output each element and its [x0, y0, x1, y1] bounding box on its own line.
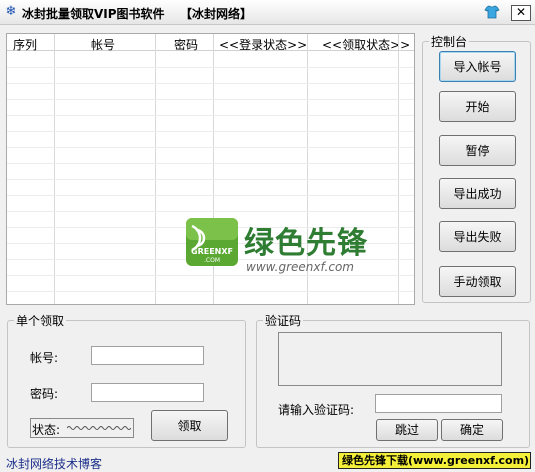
password-input[interactable] [91, 383, 204, 402]
column-header-index[interactable]: 序列 [13, 36, 37, 53]
watermark-brand: 绿色先锋 [244, 226, 368, 261]
account-table[interactable]: 序列 帐号 密码 <<登录状态>> <<领取状态>> GREENXF .COM … [6, 33, 415, 305]
manual-claim-button[interactable]: 手动领取 [439, 266, 516, 297]
status-wave-icon [67, 426, 131, 430]
greenxf-logo-icon: GREENXF .COM [186, 218, 238, 266]
captcha-image [278, 332, 502, 386]
table-row-line [7, 291, 414, 292]
snowflake-icon: ❄ [5, 4, 17, 19]
column-header-claim-status[interactable]: <<领取状态>> [322, 36, 410, 53]
pause-button[interactable]: 暂停 [439, 135, 516, 166]
single-claim-legend: 单个领取 [16, 314, 65, 328]
table-row-line [7, 99, 414, 100]
column-divider [155, 34, 156, 304]
control-panel-legend: 控制台 [431, 35, 468, 49]
blog-link[interactable]: 冰封网络技术博客 [6, 455, 102, 472]
close-button[interactable]: ✕ [511, 5, 531, 21]
export-fail-button[interactable]: 导出失败 [439, 221, 516, 252]
svg-text:GREENXF: GREENXF [191, 247, 233, 256]
window-title: 冰封批量领取VIP图书软件 [22, 7, 165, 21]
title-bar: ❄ 冰封批量领取VIP图书软件 【冰封网络】 ✕ [0, 0, 535, 25]
table-header: 序列 帐号 密码 <<登录状态>> <<领取状态>> [7, 34, 414, 53]
status-label: 状态: [32, 423, 61, 437]
table-row-line [7, 147, 414, 148]
captcha-legend: 验证码 [265, 314, 302, 328]
import-accounts-button[interactable]: 导入帐号 [439, 51, 516, 82]
table-row-line [7, 195, 414, 196]
shirt-skin-icon[interactable] [484, 4, 500, 20]
account-label: 帐号: [30, 351, 59, 365]
captcha-input-label: 请输入验证码: [278, 403, 355, 417]
download-banner: 绿色先锋下载(www.greenxf.com) [338, 452, 531, 469]
column-header-account[interactable]: 帐号 [91, 36, 115, 53]
table-row-line [7, 131, 414, 132]
table-row-line [7, 67, 414, 68]
claim-button[interactable]: 领取 [151, 410, 228, 441]
watermark-url: www.greenxf.com [246, 260, 354, 274]
column-header-password[interactable]: 密码 [174, 36, 198, 53]
export-success-button[interactable]: 导出成功 [439, 178, 516, 209]
column-header-login-status[interactable]: <<登录状态>> [219, 36, 307, 53]
table-row-line [7, 275, 414, 276]
table-row-line [7, 179, 414, 180]
start-button[interactable]: 开始 [439, 91, 516, 122]
table-row-line [7, 115, 414, 116]
account-input[interactable] [91, 346, 204, 365]
status-field: 状态: [30, 418, 134, 438]
column-divider [54, 34, 55, 304]
table-row-line [7, 211, 414, 212]
svg-text:.COM: .COM [204, 257, 220, 264]
skip-button[interactable]: 跳过 [376, 419, 438, 441]
password-label: 密码: [30, 387, 59, 401]
captcha-input[interactable] [375, 394, 502, 413]
table-row-line [7, 163, 414, 164]
column-divider [398, 34, 399, 304]
confirm-button[interactable]: 确定 [441, 419, 503, 441]
window-title-tag: 【冰封网络】 [180, 7, 253, 21]
table-row-line [7, 83, 414, 84]
